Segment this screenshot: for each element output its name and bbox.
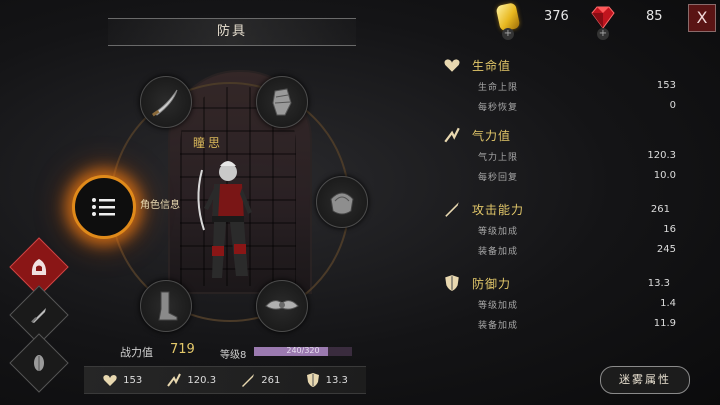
stamina-row-max: 气力上限 120.3 [478,150,676,163]
list-menu-icon [92,198,115,216]
life-row-max: 生命上限 153 [478,80,676,93]
scimitar-icon [151,89,178,117]
chest-armor-slot[interactable] [316,176,368,228]
gem-amount: 85 [646,9,663,24]
section-life: 生命值 [442,56,511,74]
row-label: 等级加成 [478,301,519,311]
tab-skills[interactable] [9,333,69,393]
level-label: 等级8 [220,350,247,361]
bottom-stat-strip: 153 120.3 261 13.3 [84,366,366,394]
power-label: 战力值 [120,346,153,359]
row-label: 气力上限 [478,153,519,163]
section-stamina: 气力值 [442,126,511,144]
bottom-stat-stamina: 120.3 [166,372,216,388]
ruby-gem-icon [591,6,615,29]
add-gold-icon[interactable]: + [502,28,514,40]
pauldron-icon [330,192,354,215]
attack-row-level: 等级加成 16 [478,224,676,237]
attack-value: 261 [650,203,670,215]
shield-icon [306,373,319,387]
section-attack: 攻击能力 261 [442,200,670,218]
row-label: 等级加成 [478,227,519,237]
life-title: 生命值 [472,58,512,73]
row-value: 120.3 [647,150,676,161]
gold-amount: 376 [544,9,569,24]
row-value: 16 [663,224,676,235]
bottom-stat-value: 261 [261,374,281,386]
bottom-stat-value: 120.3 [187,374,217,386]
character-name: 瞳思 [193,136,224,150]
winged-belt-icon [265,300,299,310]
row-value: 10.0 [653,170,676,181]
weapon-slot[interactable] [140,76,192,128]
row-value: 0 [669,100,676,111]
add-gems-icon[interactable]: + [597,28,609,40]
power-value: 719 [170,342,195,357]
page-title: 防具 [108,18,356,46]
defense-value: 13.3 [647,277,670,289]
bottom-stat-defense: 13.3 [305,372,348,388]
gloves-slot[interactable] [256,76,308,128]
bottom-stat-attack: 261 [240,372,280,388]
assassin-character-figure [197,161,252,278]
defense-row-equip: 装备加成 11.9 [478,318,676,331]
row-value: 153 [656,80,676,91]
defense-title: 防御力 [472,276,512,291]
crossed-blade-icon [31,308,46,323]
fog-attributes-button[interactable]: 迷雾属性 [600,366,690,394]
shield-icon [445,275,459,291]
row-label: 生命上限 [478,83,519,93]
row-label: 装备加成 [478,321,519,331]
row-value: 11.9 [653,318,676,329]
attack-row-equip: 装备加成 245 [478,244,676,257]
close-button[interactable]: X [688,4,716,32]
row-label: 每秒回复 [478,173,519,183]
bottom-stat-value: 13.3 [325,374,348,386]
bottom-stat-health: 153 [102,372,142,388]
row-label: 装备加成 [478,247,519,257]
stamina-row-regen: 每秒回复 10.0 [478,170,676,183]
character-info-button[interactable] [72,175,136,239]
stamina-icon [444,127,460,143]
character-info-label: 角色信息 [140,200,180,211]
row-label: 每秒恢复 [478,103,519,113]
gauntlet-icon [272,88,292,116]
xp-text: 240/320 [286,346,320,355]
boots-icon [158,291,178,321]
row-value: 245 [656,244,676,255]
heart-icon [103,375,117,386]
attack-title: 攻击能力 [472,202,525,217]
hooded-assassin-icon [31,259,47,275]
sword-icon [445,202,459,217]
bottom-stat-value: 153 [123,374,143,386]
row-value: 1.4 [660,298,676,309]
section-defense: 防御力 13.3 [442,274,670,292]
heart-icon [444,59,460,72]
life-row-regen: 每秒恢复 0 [478,100,676,113]
defense-row-level: 等级加成 1.4 [478,298,676,311]
belt-slot[interactable] [256,280,308,332]
stamina-title: 气力值 [472,128,512,143]
sword-icon [242,374,255,387]
feather-crest-icon [34,355,44,371]
boots-slot[interactable] [140,280,192,332]
stamina-icon [167,373,182,387]
